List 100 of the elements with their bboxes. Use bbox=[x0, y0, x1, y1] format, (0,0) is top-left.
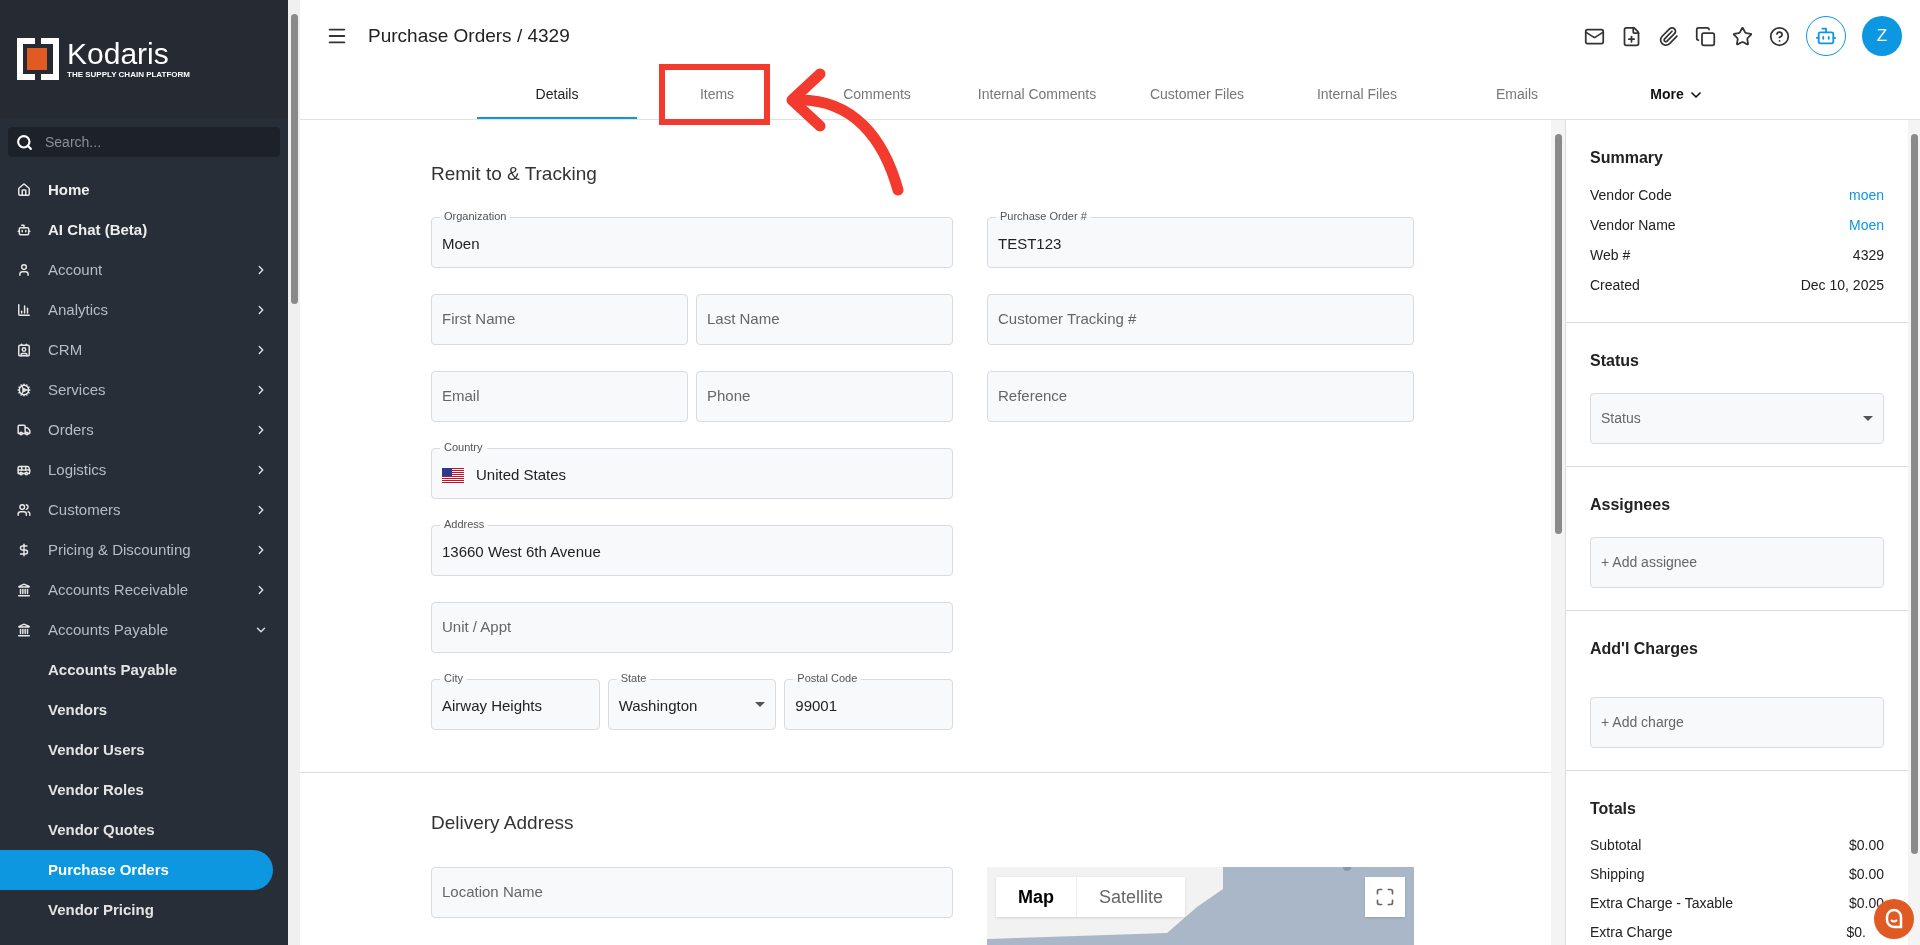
logo-icon bbox=[17, 38, 59, 80]
field-value: Washington bbox=[618, 695, 699, 716]
field-placeholder: First Name bbox=[442, 308, 517, 329]
field-value: 13660 West 6th Avenue bbox=[442, 541, 602, 562]
total-label: Extra Charge - Taxable bbox=[1590, 894, 1733, 913]
summary-label: Created bbox=[1590, 275, 1640, 295]
home-icon bbox=[17, 183, 31, 197]
truck-icon bbox=[17, 423, 31, 437]
scrollbar[interactable] bbox=[1908, 120, 1920, 945]
search-field[interactable]: Search... bbox=[8, 127, 280, 157]
summary-label: Vendor Name bbox=[1590, 215, 1676, 235]
summary-label: Web # bbox=[1590, 245, 1631, 265]
input-field[interactable]: Reference bbox=[987, 370, 1414, 422]
tab[interactable]: Details bbox=[477, 72, 637, 119]
paperclip-icon[interactable] bbox=[1658, 25, 1679, 47]
field-placeholder: Customer Tracking # bbox=[998, 308, 1138, 329]
field-value: Airway Heights bbox=[442, 695, 544, 716]
panel-title: Assignees bbox=[1590, 495, 1672, 515]
sidebar-subitem[interactable]: Vendor Users bbox=[0, 730, 273, 770]
panel-title: Summary bbox=[1590, 148, 1664, 168]
sidebar-subitem[interactable]: Accounts Payable bbox=[0, 650, 273, 690]
page-title: Purchase Orders / 4329 bbox=[368, 23, 570, 48]
field-placeholder: Reference bbox=[998, 385, 1069, 406]
input-field[interactable]: Location Name bbox=[431, 867, 953, 918]
total-value: $0.00 bbox=[1848, 836, 1884, 855]
smile-icon bbox=[1883, 908, 1905, 930]
sidebar-item[interactable]: Home bbox=[0, 170, 288, 210]
input-field[interactable]: Customer Tracking # bbox=[987, 293, 1414, 345]
map-type-button[interactable]: Satellite bbox=[1076, 877, 1186, 917]
tab[interactable]: Items bbox=[637, 72, 797, 119]
logo-tagline: THE SUPPLY CHAIN PLATFORM bbox=[67, 70, 190, 80]
tab[interactable]: Internal Files bbox=[1277, 72, 1437, 119]
sidebar-item[interactable]: Services bbox=[0, 370, 288, 410]
scrollbar[interactable] bbox=[1551, 120, 1565, 945]
input-field[interactable]: Last Name bbox=[696, 293, 953, 345]
total-label: Subtotal bbox=[1590, 836, 1642, 855]
input-field[interactable]: First Name bbox=[431, 293, 688, 345]
dropdown-caret-icon bbox=[1863, 416, 1873, 421]
tab[interactable]: Internal Comments bbox=[957, 72, 1117, 119]
fullscreen-button[interactable] bbox=[1365, 877, 1405, 917]
bank-icon bbox=[17, 623, 31, 637]
input-field[interactable]: Unit / Appt bbox=[431, 601, 953, 653]
dollar-icon bbox=[17, 543, 31, 557]
field-value: United States bbox=[476, 464, 568, 485]
field-placeholder: Location Name bbox=[442, 882, 544, 903]
dropdown-caret-icon bbox=[755, 701, 766, 707]
field-value: 99001 bbox=[795, 695, 839, 716]
input-field[interactable]: Phone bbox=[696, 370, 953, 422]
summary-value: 4329 bbox=[1852, 245, 1884, 265]
input-field[interactable]: Email bbox=[431, 370, 688, 422]
assignee-field[interactable]: + Add assignee bbox=[1590, 537, 1884, 588]
charge-field[interactable]: + Add charge bbox=[1590, 697, 1884, 748]
field-value: TEST123 bbox=[998, 233, 1063, 254]
bus-icon bbox=[17, 463, 31, 477]
status-select[interactable]: Status bbox=[1590, 393, 1884, 444]
summary-value: Dec 10, 2025 bbox=[1800, 275, 1884, 295]
panel-title: Status bbox=[1590, 351, 1640, 371]
total-value: $0.00 bbox=[1848, 865, 1884, 884]
field-placeholder: Email bbox=[442, 385, 481, 406]
tab[interactable]: Emails bbox=[1437, 72, 1597, 119]
search-placeholder: Search... bbox=[45, 132, 102, 152]
star-icon[interactable] bbox=[1732, 25, 1753, 47]
total-label: Shipping bbox=[1590, 865, 1645, 884]
tab[interactable]: More bbox=[1597, 72, 1757, 119]
sidebar-item[interactable]: Customers bbox=[0, 490, 288, 530]
bank-icon bbox=[17, 583, 31, 597]
sidebar-subitem[interactable]: Vendor Quotes bbox=[0, 810, 273, 850]
sidebar-item[interactable]: Pricing & Discounting bbox=[0, 530, 288, 570]
fullscreen-icon bbox=[1375, 887, 1395, 907]
sidebar-subitem[interactable]: Vendor Roles bbox=[0, 770, 273, 810]
gears-icon bbox=[17, 383, 31, 397]
search-icon bbox=[16, 133, 33, 151]
document-plus-icon[interactable] bbox=[1621, 25, 1642, 47]
sidebar-item[interactable]: Logistics bbox=[0, 450, 288, 490]
summary-label: Vendor Code bbox=[1590, 185, 1672, 205]
robot-icon bbox=[17, 223, 31, 237]
sidebar-item[interactable]: Analytics bbox=[0, 290, 288, 330]
sidebar-item[interactable]: AI Chat (Beta) bbox=[0, 210, 288, 250]
map[interactable]: Map Satellite bbox=[987, 867, 1414, 945]
section-title: Remit to & Tracking bbox=[431, 162, 598, 186]
people-icon bbox=[17, 503, 31, 517]
scrollbar[interactable] bbox=[288, 0, 300, 945]
sidebar-item[interactable]: Accounts Receivable bbox=[0, 570, 288, 610]
section-title: Delivery Address bbox=[431, 810, 575, 835]
sidebar-item[interactable]: Account bbox=[0, 250, 288, 290]
chart-icon bbox=[17, 303, 31, 317]
sidebar-subitem[interactable]: Vendors bbox=[0, 690, 273, 730]
person-icon bbox=[17, 263, 31, 277]
field-placeholder: Unit / Appt bbox=[442, 616, 513, 637]
tab[interactable]: Customer Files bbox=[1117, 72, 1277, 119]
field-placeholder: Last Name bbox=[707, 308, 781, 329]
help-icon[interactable] bbox=[1769, 25, 1790, 47]
sidebar-item[interactable]: Accounts Payable bbox=[0, 610, 288, 650]
total-label: Extra Charge bbox=[1590, 923, 1673, 942]
sidebar-subitem[interactable]: Vendor Pricing bbox=[0, 890, 273, 930]
map-type-button[interactable]: Map bbox=[996, 877, 1076, 917]
sidebar-item[interactable]: CRM bbox=[0, 330, 288, 370]
copy-icon[interactable] bbox=[1695, 25, 1716, 47]
tab[interactable]: Comments bbox=[797, 72, 957, 119]
sidebar-item[interactable]: Orders bbox=[0, 410, 288, 450]
